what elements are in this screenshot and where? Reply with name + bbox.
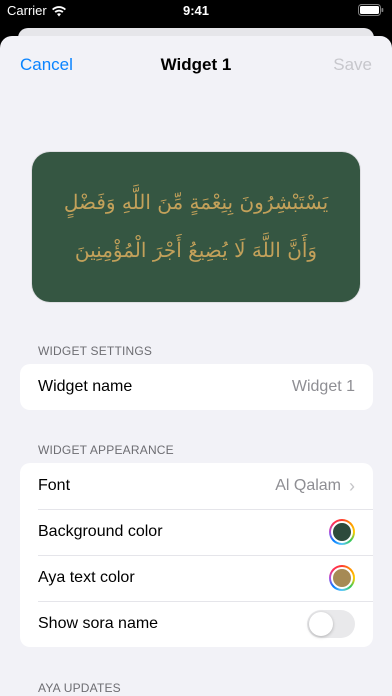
aya-text: يَسْتَبْشِرُونَ بِنِعْمَةٍ مِّنَ اللَّهِ… (42, 178, 350, 274)
section-header-aya-updates: AYA UPDATES (38, 681, 121, 695)
section-header-widget-settings: WIDGET SETTINGS (38, 344, 153, 358)
chevron-right-icon: › (349, 475, 355, 496)
aya-text-color-swatch (331, 567, 353, 589)
font-label: Font (38, 477, 71, 494)
aya-text-color-row[interactable]: Aya text color (20, 555, 373, 601)
aya-line-2: وَأَنَّ اللَّهَ لَا يُضِيعُ أَجْرَ الْمُ… (74, 238, 318, 262)
background-color-well[interactable] (329, 519, 355, 545)
save-button[interactable]: Save (333, 55, 372, 75)
widget-name-row[interactable]: Widget name Widget 1 (20, 364, 373, 410)
battery-icon (358, 4, 384, 19)
show-sora-name-label: Show sora name (38, 615, 159, 632)
navigation-bar: Cancel Widget 1 Save (0, 36, 392, 94)
widget-name-label: Widget name (38, 378, 133, 395)
toggle-knob (309, 612, 333, 636)
widget-preview: يَسْتَبْشِرُونَ بِنِعْمَةٍ مِّنَ اللَّهِ… (32, 152, 360, 302)
status-time: 9:41 (182, 3, 210, 18)
section-header-widget-appearance: WIDGET APPEARANCE (38, 443, 174, 457)
status-bar: Carrier 9:41 (0, 0, 392, 22)
background-color-row[interactable]: Background color (20, 509, 373, 555)
widget-appearance-group: Font Al Qalam › Background color Aya tex… (20, 463, 373, 647)
widget-name-value[interactable]: Widget 1 (292, 378, 355, 396)
aya-text-color-well[interactable] (329, 565, 355, 591)
aya-line-1: يَسْتَبْشِرُونَ بِنِعْمَةٍ مِّنَ اللَّهِ… (63, 190, 329, 214)
background-color-swatch (331, 521, 353, 543)
show-sora-name-row: Show sora name (20, 601, 373, 647)
widget-settings-group: Widget name Widget 1 (20, 364, 373, 410)
font-value: Al Qalam (275, 477, 341, 494)
aya-text-color-label: Aya text color (38, 569, 135, 586)
font-row[interactable]: Font Al Qalam › (20, 463, 373, 509)
widget-editor-sheet: Cancel Widget 1 Save يَسْتَبْشِرُونَ بِن… (0, 36, 392, 696)
show-sora-name-toggle[interactable] (307, 610, 355, 638)
background-color-label: Background color (38, 523, 163, 540)
